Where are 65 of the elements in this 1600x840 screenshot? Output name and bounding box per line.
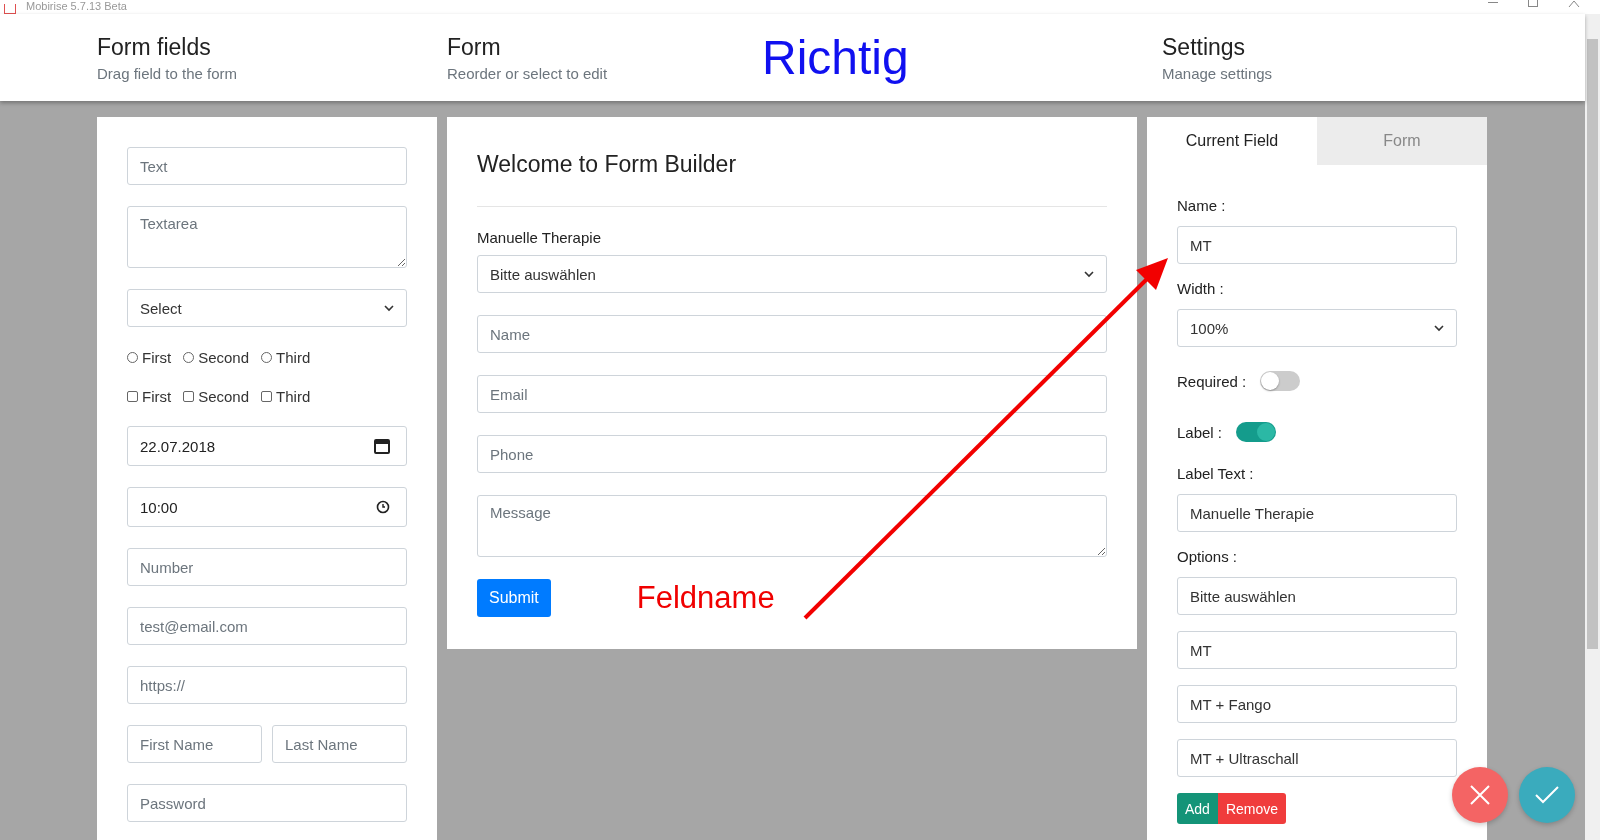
time-field[interactable]: 10:00	[127, 487, 407, 527]
option-label: Second	[198, 387, 250, 405]
chevron-icon	[1084, 270, 1094, 278]
input-field[interactable]: MT	[1177, 226, 1457, 264]
section-subtitle: Reorder or select to edit	[447, 64, 609, 82]
input-field[interactable]: Name	[477, 315, 1107, 353]
option-field[interactable]: MT	[1177, 631, 1457, 669]
section-subtitle: Drag field to the form	[97, 64, 239, 82]
annotation-text: Richtig	[761, 30, 910, 85]
select-field[interactable]: Bitte auswählen	[477, 255, 1107, 293]
select-field[interactable]: 100%	[1177, 309, 1457, 347]
input-field[interactable]: Manuelle Therapie	[1177, 494, 1457, 532]
checkmark-icon	[1534, 785, 1560, 805]
checkbox[interactable]	[183, 390, 195, 402]
option-label: First	[142, 387, 172, 405]
input-field[interactable]: Phone	[477, 435, 1107, 473]
confirm-button[interactable]	[1519, 767, 1575, 823]
remove-button[interactable]: Remove	[1217, 793, 1287, 824]
scrollbar[interactable]	[1585, 14, 1600, 840]
chevron-icon	[384, 304, 394, 312]
input-field[interactable]: Email	[477, 375, 1107, 413]
date-field[interactable]: 22.07.2018	[127, 426, 407, 466]
field-label: Label Text :	[1177, 465, 1255, 482]
section-title: Form	[447, 33, 502, 61]
option-label: Second	[198, 348, 250, 366]
window-title: Mobirise 5.7.13 Beta	[26, 0, 127, 13]
field-label: Label :	[1177, 423, 1223, 441]
chevron-icon	[1434, 324, 1444, 332]
field-label: Required :	[1177, 372, 1247, 390]
input-field[interactable]: Last Name	[272, 725, 407, 763]
checkbox[interactable]	[127, 390, 138, 402]
select-field[interactable]: Select	[127, 289, 407, 327]
option-label: First	[142, 348, 172, 366]
annotation-text: Feldname	[636, 580, 775, 616]
option-field[interactable]: Bitte auswählen	[1177, 577, 1457, 615]
add-button[interactable]: Add	[1177, 793, 1218, 824]
textarea-field[interactable]: Message	[477, 495, 1107, 557]
section-subtitle: Manage settings	[1162, 64, 1273, 82]
input-field[interactable]: https://	[127, 666, 407, 704]
field-label: Name :	[1177, 197, 1227, 214]
input-field[interactable]: Number	[127, 548, 407, 586]
calendar-icon[interactable]	[374, 438, 390, 454]
toggle-switch[interactable]	[1260, 371, 1301, 391]
clock-icon[interactable]	[376, 500, 390, 514]
section-title: Settings	[1162, 33, 1247, 61]
input-field[interactable]: test@email.com	[127, 607, 407, 645]
toggle-switch[interactable]	[1236, 422, 1277, 442]
input-field[interactable]: First Name	[127, 725, 262, 763]
option-label: Third	[276, 348, 311, 366]
field-label: Options :	[1177, 548, 1239, 565]
option-field[interactable]: MT + Ultraschall	[1177, 739, 1457, 777]
form-title: Welcome to Form Builder	[477, 151, 738, 178]
maximize-icon[interactable]	[1528, 0, 1538, 7]
input-field[interactable]: Password	[127, 784, 407, 822]
minimize-icon[interactable]	[1488, 0, 1498, 3]
section-title: Form fields	[97, 33, 212, 61]
cancel-button[interactable]	[1452, 767, 1508, 823]
submit-button[interactable]: Submit	[477, 579, 551, 617]
option-label: Third	[276, 387, 311, 405]
field-label: Manuelle Therapie	[477, 229, 602, 246]
option-field[interactable]: MT + Fango	[1177, 685, 1457, 723]
textarea-field[interactable]: Textarea	[127, 206, 407, 268]
field-label: Width :	[1177, 280, 1225, 297]
input-field[interactable]: Text	[127, 147, 407, 185]
checkbox[interactable]	[261, 390, 273, 402]
